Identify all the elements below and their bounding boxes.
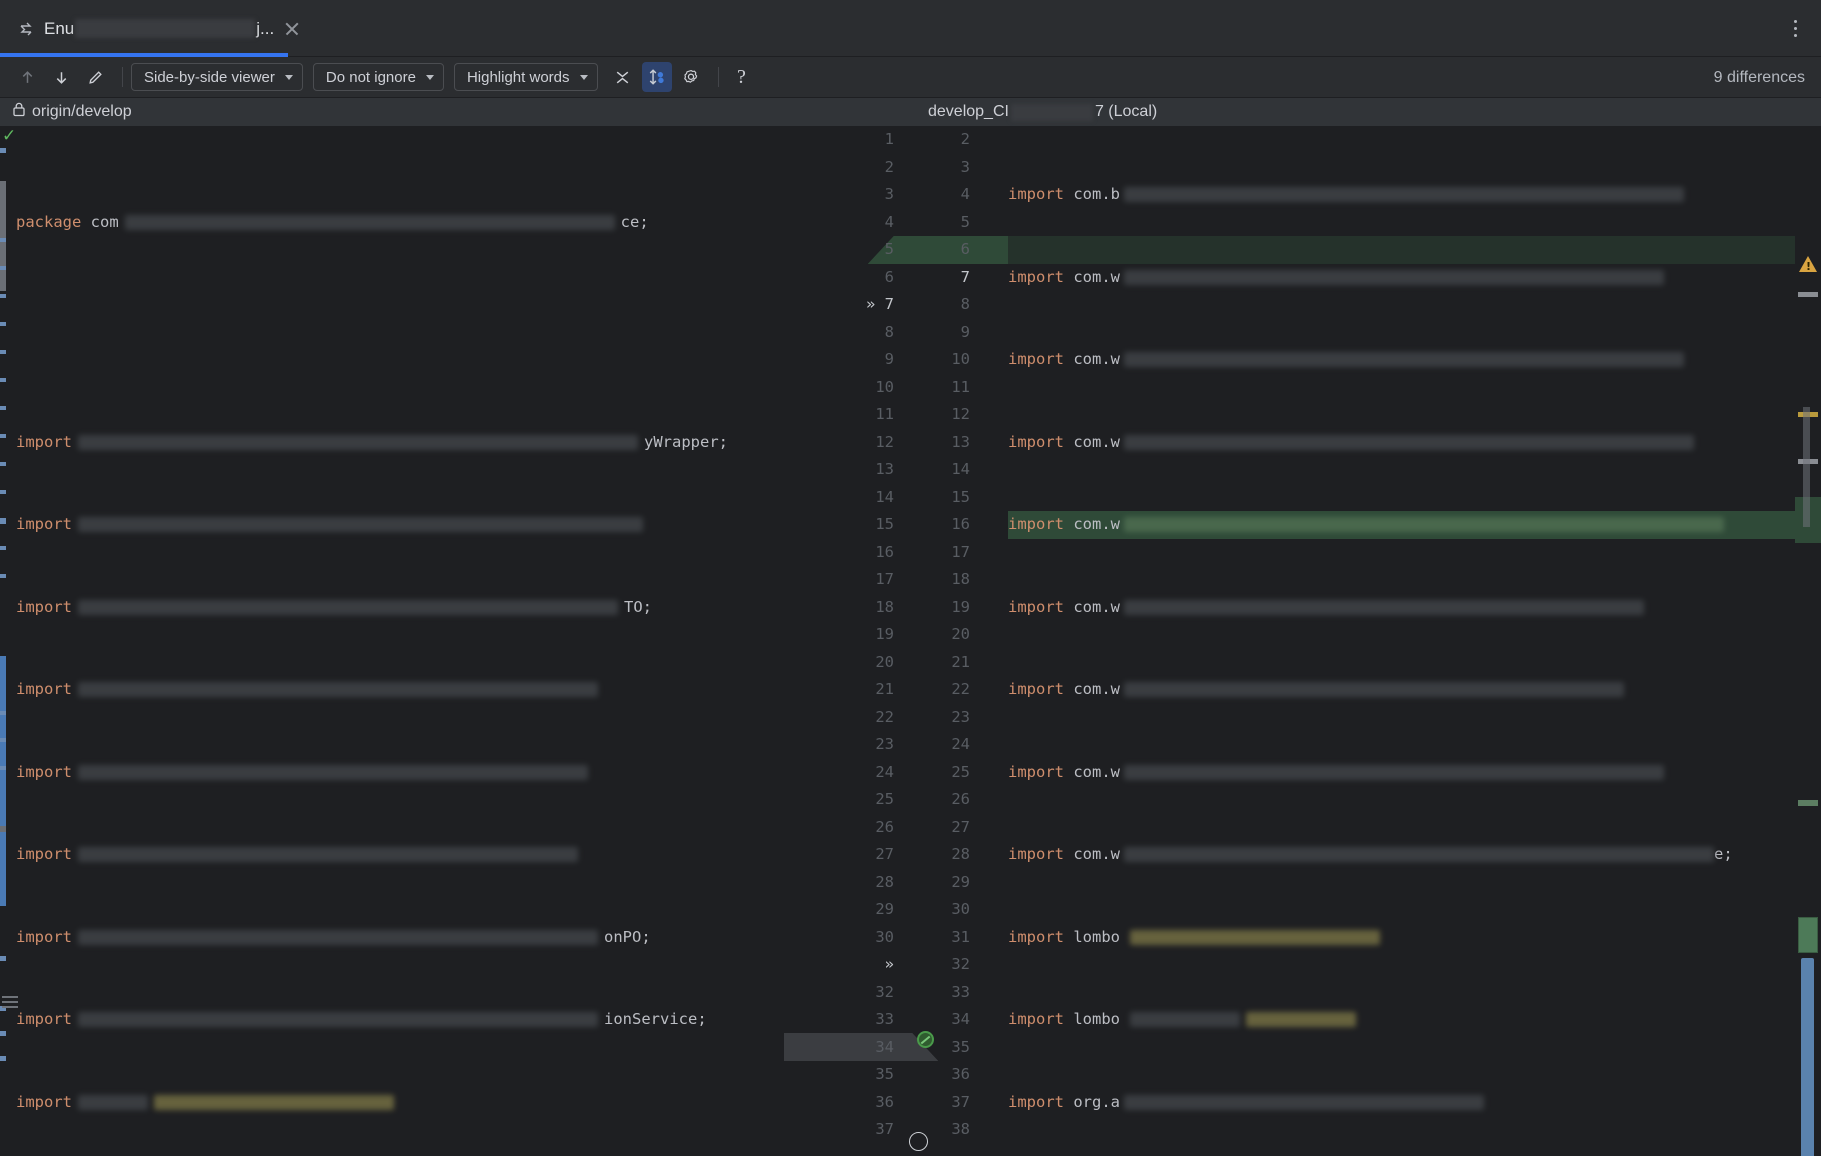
right-branch-prefix: develop_CI xyxy=(928,103,1009,120)
right-code-content: import com.b import com.w import com.w i… xyxy=(1008,126,1795,1156)
toolbar-separator-2 xyxy=(717,67,719,87)
collapse-chevrons-icon[interactable] xyxy=(608,62,638,92)
toolbar-separator xyxy=(122,67,123,87)
highlight-policy-dropdown[interactable]: Highlight words xyxy=(453,63,598,91)
close-icon[interactable] xyxy=(282,19,302,39)
pencil-icon[interactable] xyxy=(80,62,110,92)
code-line: import com.w xyxy=(1008,346,1795,374)
diff-toolbar: Side-by-side viewer Do not ignore Highli… xyxy=(0,57,1821,98)
diff-overview-insert xyxy=(1798,917,1818,953)
diff-arrows-icon xyxy=(16,19,36,39)
gear-icon[interactable] xyxy=(676,62,706,92)
chevron-down-icon xyxy=(284,74,293,80)
question-mark-icon[interactable]: ? xyxy=(727,62,757,92)
ignore-policy-dropdown[interactable]: Do not ignore xyxy=(312,63,444,91)
code-line: import com.w xyxy=(1008,594,1795,622)
code-line: import xyxy=(0,1089,784,1117)
arrow-down-icon[interactable] xyxy=(46,62,76,92)
code-line: import xyxy=(0,676,784,704)
tab-title-prefix: Enu xyxy=(44,18,75,38)
code-line: package com ce; xyxy=(16,212,649,231)
tab-bar: Enu j... xyxy=(0,0,1821,57)
diff-gutter[interactable]: 123456 » 7 8 9 10 11 12 13 14 15 16 17 18 19 20 21 2… xyxy=(784,126,1008,1156)
code-line-inserted: import com.w xyxy=(1008,511,1795,539)
difference-count: 9 differences xyxy=(1713,68,1805,86)
structure-lines-icon[interactable] xyxy=(2,996,18,1009)
right-line-numbers: 23456 7 8 9 10 11 12 13 14 15 16 17 18 19 20 21 22 23… xyxy=(951,130,970,1138)
code-line: import yWrapper; xyxy=(16,432,728,451)
code-line: import com.w e; xyxy=(1008,845,1733,863)
right-branch-redacted xyxy=(1010,103,1093,121)
code-line: import com.w xyxy=(1008,676,1795,704)
code-line: import ionService; xyxy=(16,1010,707,1028)
ignore-policy-label: Do not ignore xyxy=(325,68,416,86)
left-line-numbers: 123456 » 7 8 9 10 11 12 13 14 15 16 17 18 19 20 21 2… xyxy=(866,130,894,1138)
code-line: import onPO; xyxy=(16,927,651,946)
code-line: import xyxy=(0,841,784,869)
branch-header-row: origin/develop develop_CI 7 (Local) xyxy=(0,98,1821,126)
spring-bean-icon[interactable] xyxy=(917,1031,934,1048)
viewer-mode-dropdown[interactable]: Side-by-side viewer xyxy=(131,63,303,91)
right-branch-suffix: 7 (Local) xyxy=(1094,103,1158,120)
chevron-down-icon xyxy=(579,74,588,80)
left-pane-header[interactable]: origin/develop xyxy=(4,98,140,126)
code-line: import lombo xyxy=(1008,924,1795,952)
diff-overview-marker xyxy=(1798,292,1818,297)
overview-scrollbar[interactable] xyxy=(1795,252,1821,1156)
left-editor-pane[interactable]: ✓ package com ce; import yWrapper; import … xyxy=(0,126,784,1156)
annotation-marker-icon[interactable] xyxy=(909,1132,928,1151)
chevron-down-icon xyxy=(425,74,434,80)
highlight-policy-label: Highlight words xyxy=(466,68,570,86)
tab-title-redacted xyxy=(75,19,256,38)
tab-title-suffix: j... xyxy=(256,18,275,38)
code-line: import com.w xyxy=(1008,264,1795,292)
diff-overview-marker xyxy=(1803,407,1810,527)
code-line: import com.b xyxy=(1008,181,1795,209)
right-editor-pane[interactable]: import com.b import com.w import com.w i… xyxy=(1008,126,1795,1156)
tab-title: Enu j... xyxy=(44,19,274,39)
code-line: import com.w xyxy=(1008,759,1795,787)
diff-editors: ✓ package com ce; import yWrapper; import … xyxy=(0,126,1821,1156)
viewer-mode-label: Side-by-side viewer xyxy=(144,68,275,86)
code-line: import xyxy=(0,511,784,539)
editor-tab[interactable]: Enu j... xyxy=(0,0,288,57)
lock-icon xyxy=(12,102,26,122)
code-line: import xyxy=(0,759,784,787)
arrow-up-icon[interactable] xyxy=(12,62,42,92)
code-line: import lombo xyxy=(1008,1006,1795,1034)
warning-icon[interactable] xyxy=(1799,256,1817,273)
diff-overview-marker xyxy=(1798,800,1818,806)
code-line: import com.w xyxy=(1008,429,1795,457)
scrollbar-thumb[interactable] xyxy=(1801,958,1814,1156)
more-options-icon[interactable] xyxy=(1781,12,1809,44)
left-branch-label: origin/develop xyxy=(32,103,132,120)
diff-viewer-window: Enu j... Side-by-side viewer Do not ignor… xyxy=(0,0,1821,1156)
sync-scroll-icon[interactable] xyxy=(641,62,672,92)
code-line: import TO; xyxy=(16,597,652,616)
right-pane-header[interactable]: develop_CI 7 (Local) xyxy=(920,98,1165,126)
code-line: import org.a xyxy=(1008,1089,1795,1117)
left-code-content: package com ce; import yWrapper; import im… xyxy=(0,126,784,1156)
